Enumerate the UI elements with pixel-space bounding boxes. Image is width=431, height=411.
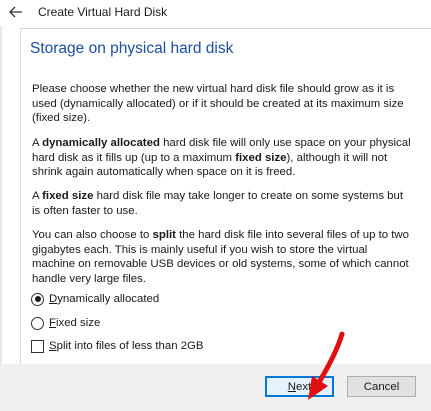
dynamically-allocated-emphasis: dynamically allocated: [42, 137, 160, 149]
dynamically-allocated-label: Dynamically allocated: [49, 293, 160, 305]
page-heading: Storage on physical hard disk: [30, 40, 234, 57]
cancel-button[interactable]: Cancel: [347, 376, 416, 397]
split-description-paragraph: You can also choose to split the hard di…: [32, 229, 409, 286]
arrow-left-icon: [9, 6, 22, 18]
fixed-size-radio[interactable]: Fixed size: [31, 315, 100, 331]
radio-button-checked[interactable]: [31, 292, 44, 306]
dialog-window: Create Virtual Hard Disk Storage on phys…: [0, 0, 431, 411]
split-files-checkbox[interactable]: Split into files of less than 2GB: [31, 338, 204, 354]
checkbox-unchecked[interactable]: [31, 339, 44, 353]
window-title: Create Virtual Hard Disk: [38, 5, 168, 19]
next-button[interactable]: Next: [265, 376, 334, 397]
background-strip: [0, 0, 2, 411]
wizard-page: Storage on physical hard disk Please cho…: [20, 28, 431, 364]
fixed-size-label: Fixed size: [49, 317, 101, 329]
intro-paragraph: Please choose whether the new virtual ha…: [32, 83, 404, 125]
dynamic-description-paragraph: A dynamically allocated hard disk file w…: [32, 137, 411, 179]
radio-dot: [34, 296, 41, 302]
fixed-size-emphasis: fixed size: [42, 190, 94, 202]
split-files-label: Split into files of less than 2GB: [49, 340, 204, 352]
fixed-size-emphasis: fixed size: [235, 151, 287, 164]
dynamically-allocated-radio[interactable]: Dynamically allocated: [31, 291, 159, 307]
radio-button-unchecked[interactable]: [31, 316, 44, 330]
fixed-description-paragraph: A fixed size hard disk file may take lon…: [32, 190, 404, 217]
title-bar: Create Virtual Hard Disk: [0, 0, 431, 26]
back-button[interactable]: [6, 2, 26, 22]
split-emphasis: split: [152, 229, 176, 241]
